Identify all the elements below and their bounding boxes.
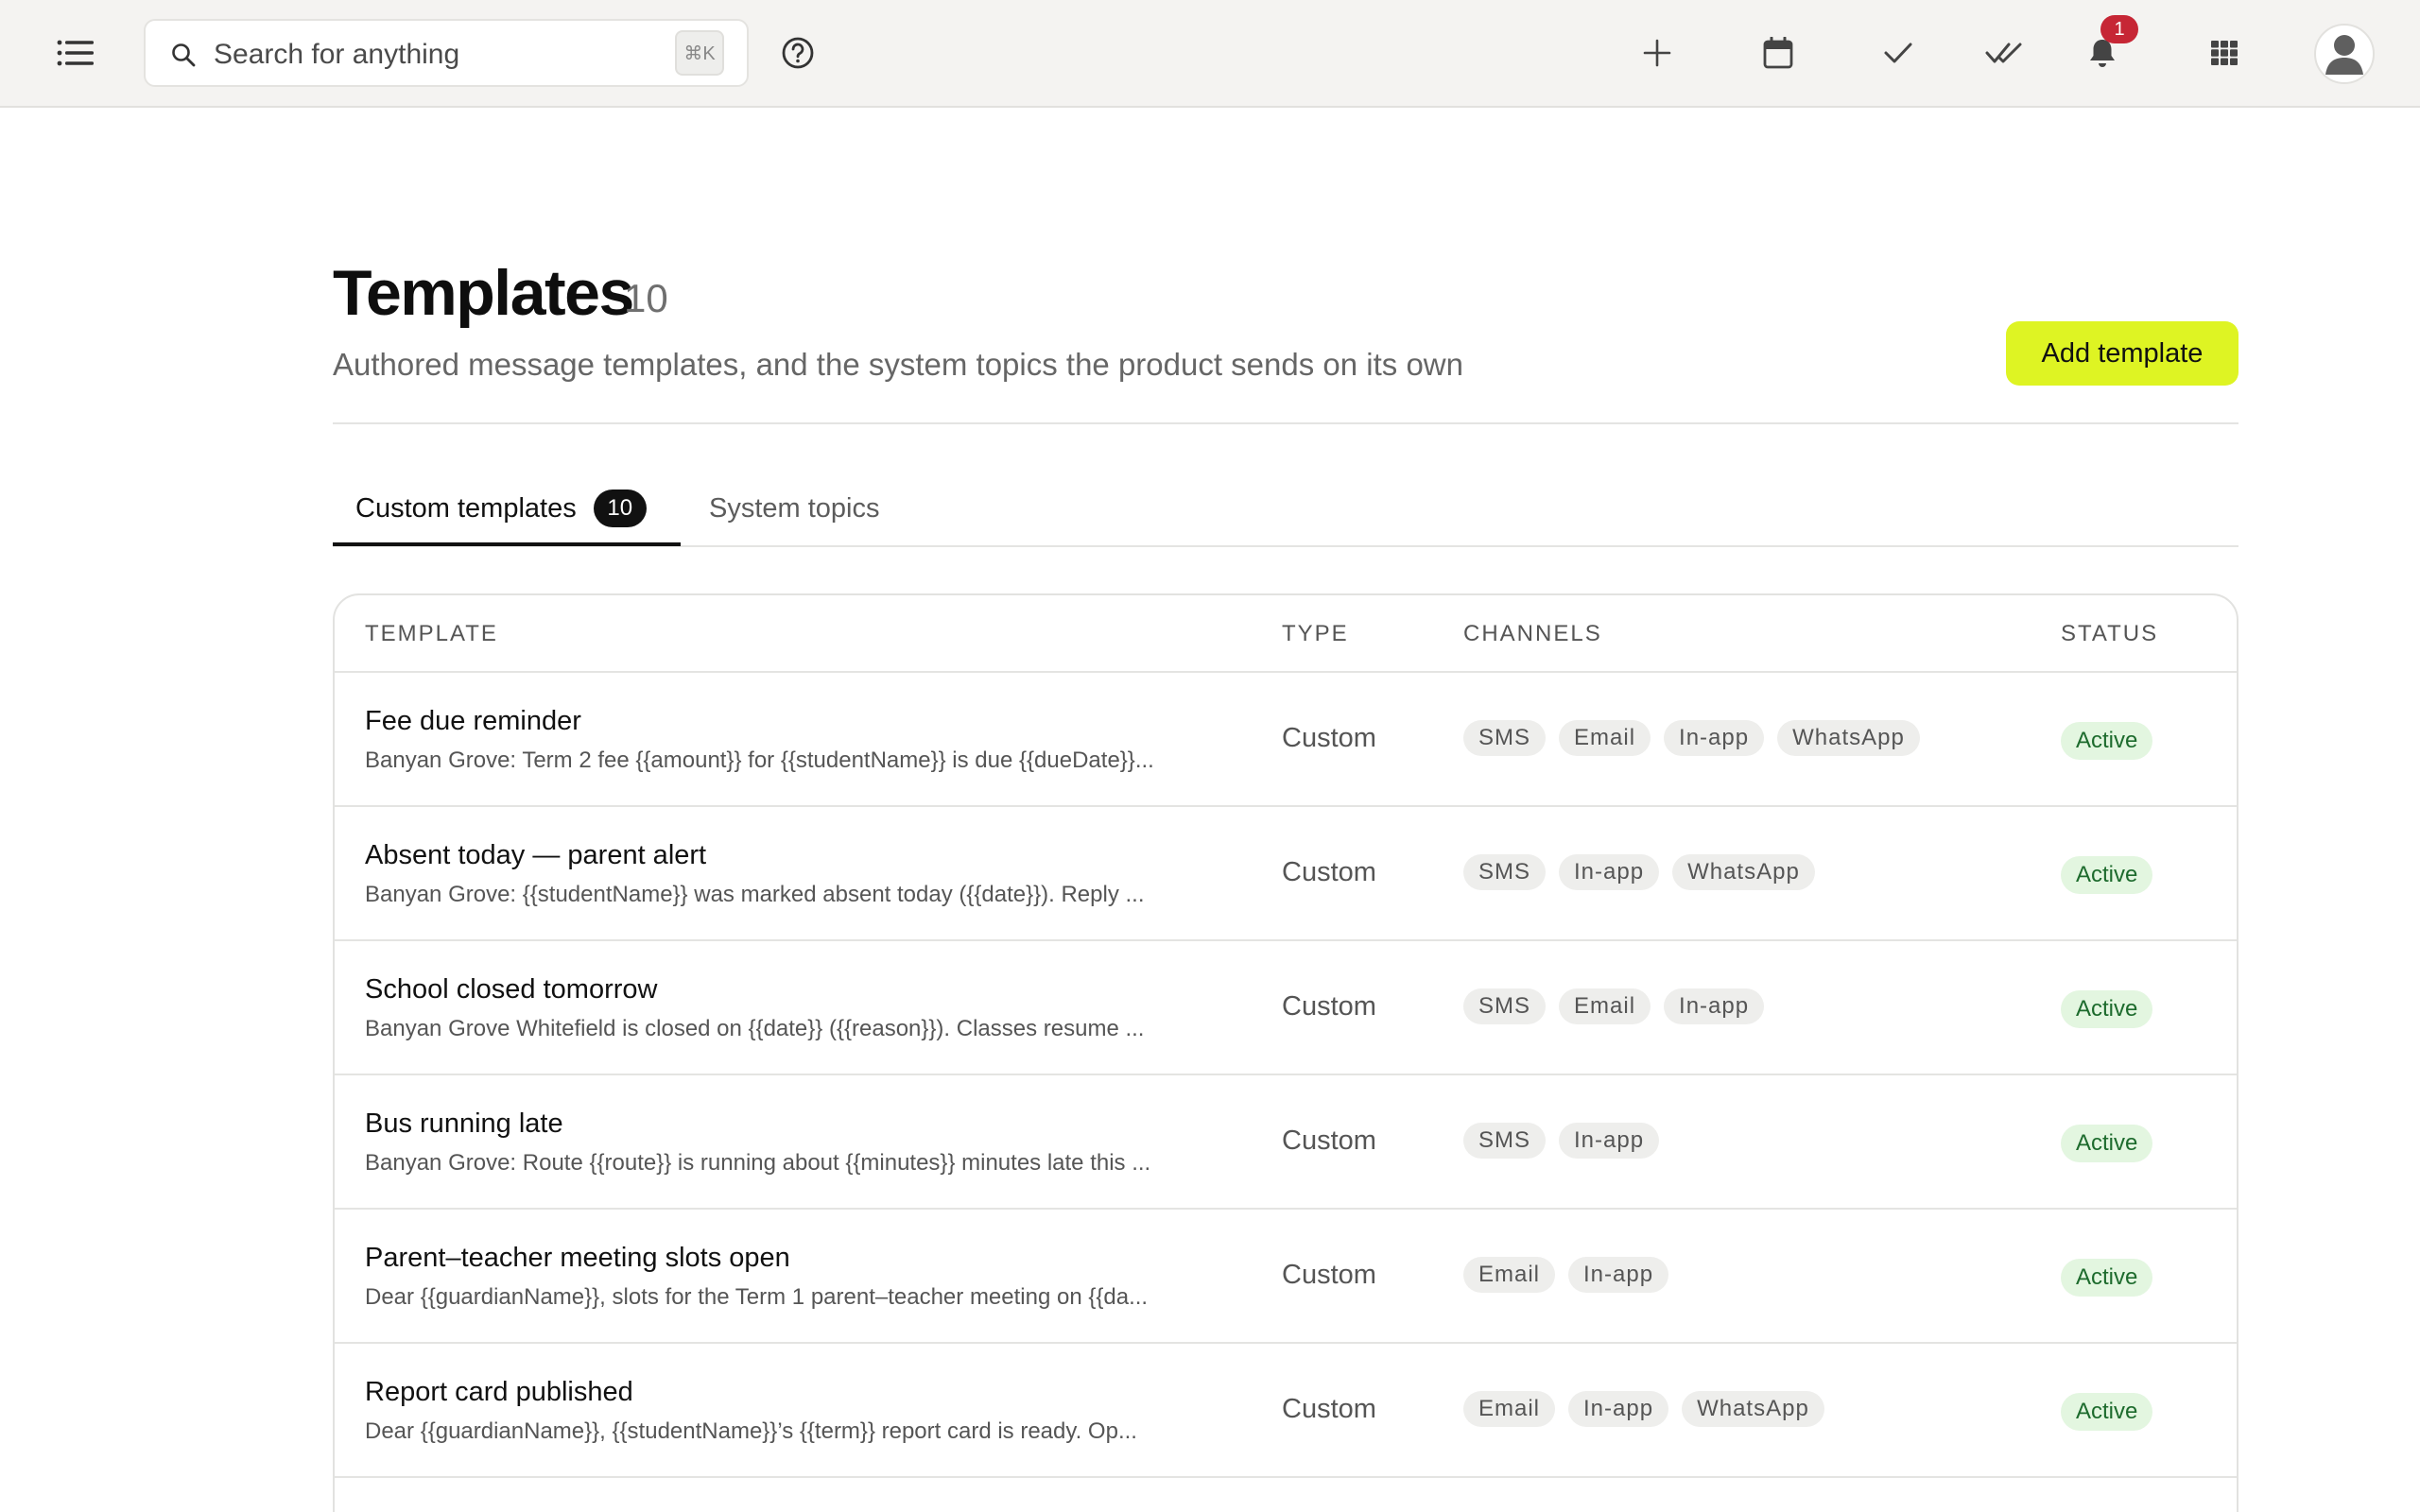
template-count: 10 [624,276,668,320]
user-icon [2325,35,2363,75]
channel-chip: Email [1463,1257,1556,1293]
channel-chip: SMS [1463,1123,1547,1159]
check-icon[interactable] [1879,34,1917,72]
channel-chip: Email [1559,988,1651,1024]
template-preview: Banyan Grove: Term 2 fee {{amount}} for … [365,747,1154,773]
channel-list: Email In-app WhatsApp [1463,1391,1824,1427]
menu-icon[interactable] [53,30,98,76]
table-row[interactable]: Absent today — parent alert Banyan Grove:… [335,807,2237,941]
column-header-channels: CHANNELS [1463,621,1602,646]
search-placeholder: Search for anything [214,39,460,70]
template-name: Bus running late [365,1108,563,1139]
notification-count-badge: 1 [2100,15,2138,43]
channel-chip: In-app [1568,1257,1669,1293]
column-header-type: TYPE [1282,621,1349,646]
template-type: Custom [1282,857,1376,887]
add-template-button[interactable]: Add template [2006,321,2238,386]
channel-list: Email In-app [1463,1257,1669,1293]
page-subtitle: Authored message templates, and the syst… [333,347,1463,382]
channel-chip: Email [1463,1391,1556,1427]
template-preview: Banyan Grove: Route {{route}} is running… [365,1150,1151,1176]
tab-custom-templates[interactable]: Custom templates 10 [355,486,647,531]
template-type: Custom [1282,723,1376,753]
channel-chip: WhatsApp [1672,854,1815,890]
status-badge: Active [2061,856,2153,894]
templates-table: TEMPLATE TYPE CHANNELS STATUS Fee due re… [333,593,2238,1512]
template-type: Custom [1282,1394,1376,1424]
template-type: Custom [1282,1260,1376,1290]
search-icon [172,43,196,67]
status-badge: Active [2061,1259,2153,1297]
plus-icon[interactable] [1638,34,1676,72]
tab-custom-templates-label: Custom templates [355,492,577,524]
channel-chip: SMS [1463,988,1547,1024]
channel-chip: SMS [1463,720,1547,756]
table-row[interactable]: School closed tomorrow Banyan Grove White… [335,941,2237,1075]
double-check-icon[interactable] [1985,34,2023,72]
apps-grid-icon[interactable] [2205,34,2243,72]
channel-list: SMS In-app [1463,1123,1660,1159]
tab-system-topics-label: System topics [709,492,880,524]
channel-chip: In-app [1559,1123,1660,1159]
avatar[interactable] [2314,24,2375,84]
table-header: TEMPLATE TYPE CHANNELS STATUS [335,595,2237,673]
page-title: Templates [333,257,634,329]
table-row[interactable]: Fee due reminder Banyan Grove: Term 2 fee… [335,673,2237,807]
template-name: Parent–teacher meeting slots open [365,1243,790,1273]
top-bar: Search for anything ⌘K 1 [0,0,2420,108]
channel-list: SMS Email In-app [1463,988,1765,1024]
channel-chip: In-app [1664,720,1765,756]
channel-list: SMS Email In-app WhatsApp [1463,720,1920,756]
table-row[interactable]: Report card published Dear {{guardianName… [335,1344,2237,1478]
search-input[interactable]: Search for anything ⌘K [144,19,749,87]
template-preview: Banyan Grove: {{studentName}} was marked… [365,882,1145,907]
header-divider [333,422,2238,424]
template-name: Report card published [365,1377,633,1407]
calendar-icon[interactable] [1759,34,1797,72]
status-badge: Active [2061,990,2153,1028]
template-type: Custom [1282,1125,1376,1156]
table-row[interactable]: Bus running late Banyan Grove: Route {{ro… [335,1075,2237,1210]
help-icon[interactable] [779,34,817,72]
channel-list: SMS In-app WhatsApp [1463,854,1815,890]
template-type: Custom [1282,991,1376,1022]
tab-system-topics[interactable]: System topics [709,486,880,531]
channel-chip: In-app [1559,854,1660,890]
channel-chip: WhatsApp [1682,1391,1824,1427]
template-preview: Banyan Grove Whitefield is closed on {{d… [365,1016,1145,1041]
status-badge: Active [2061,1125,2153,1162]
template-preview: Dear {{guardianName}}, {{studentName}}’s… [365,1418,1137,1444]
channel-chip: In-app [1568,1391,1669,1427]
tab-custom-templates-count: 10 [593,490,647,527]
channel-chip: In-app [1664,988,1765,1024]
status-badge: Active [2061,722,2153,760]
template-name: Absent today — parent alert [365,840,707,870]
column-header-status: STATUS [2061,621,2159,646]
column-header-template: TEMPLATE [365,621,498,646]
template-name: Fee due reminder [365,706,581,736]
active-tab-indicator [333,542,681,546]
channel-chip: Email [1559,720,1651,756]
table-row[interactable]: Parent–teacher meeting slots open Dear {{… [335,1210,2237,1344]
template-name: School closed tomorrow [365,974,658,1005]
channel-chip: SMS [1463,854,1547,890]
status-badge: Active [2061,1393,2153,1431]
search-shortcut-hint: ⌘K [675,30,724,76]
template-preview: Dear {{guardianName}}, slots for the Ter… [365,1284,1149,1310]
channel-chip: WhatsApp [1777,720,1920,756]
